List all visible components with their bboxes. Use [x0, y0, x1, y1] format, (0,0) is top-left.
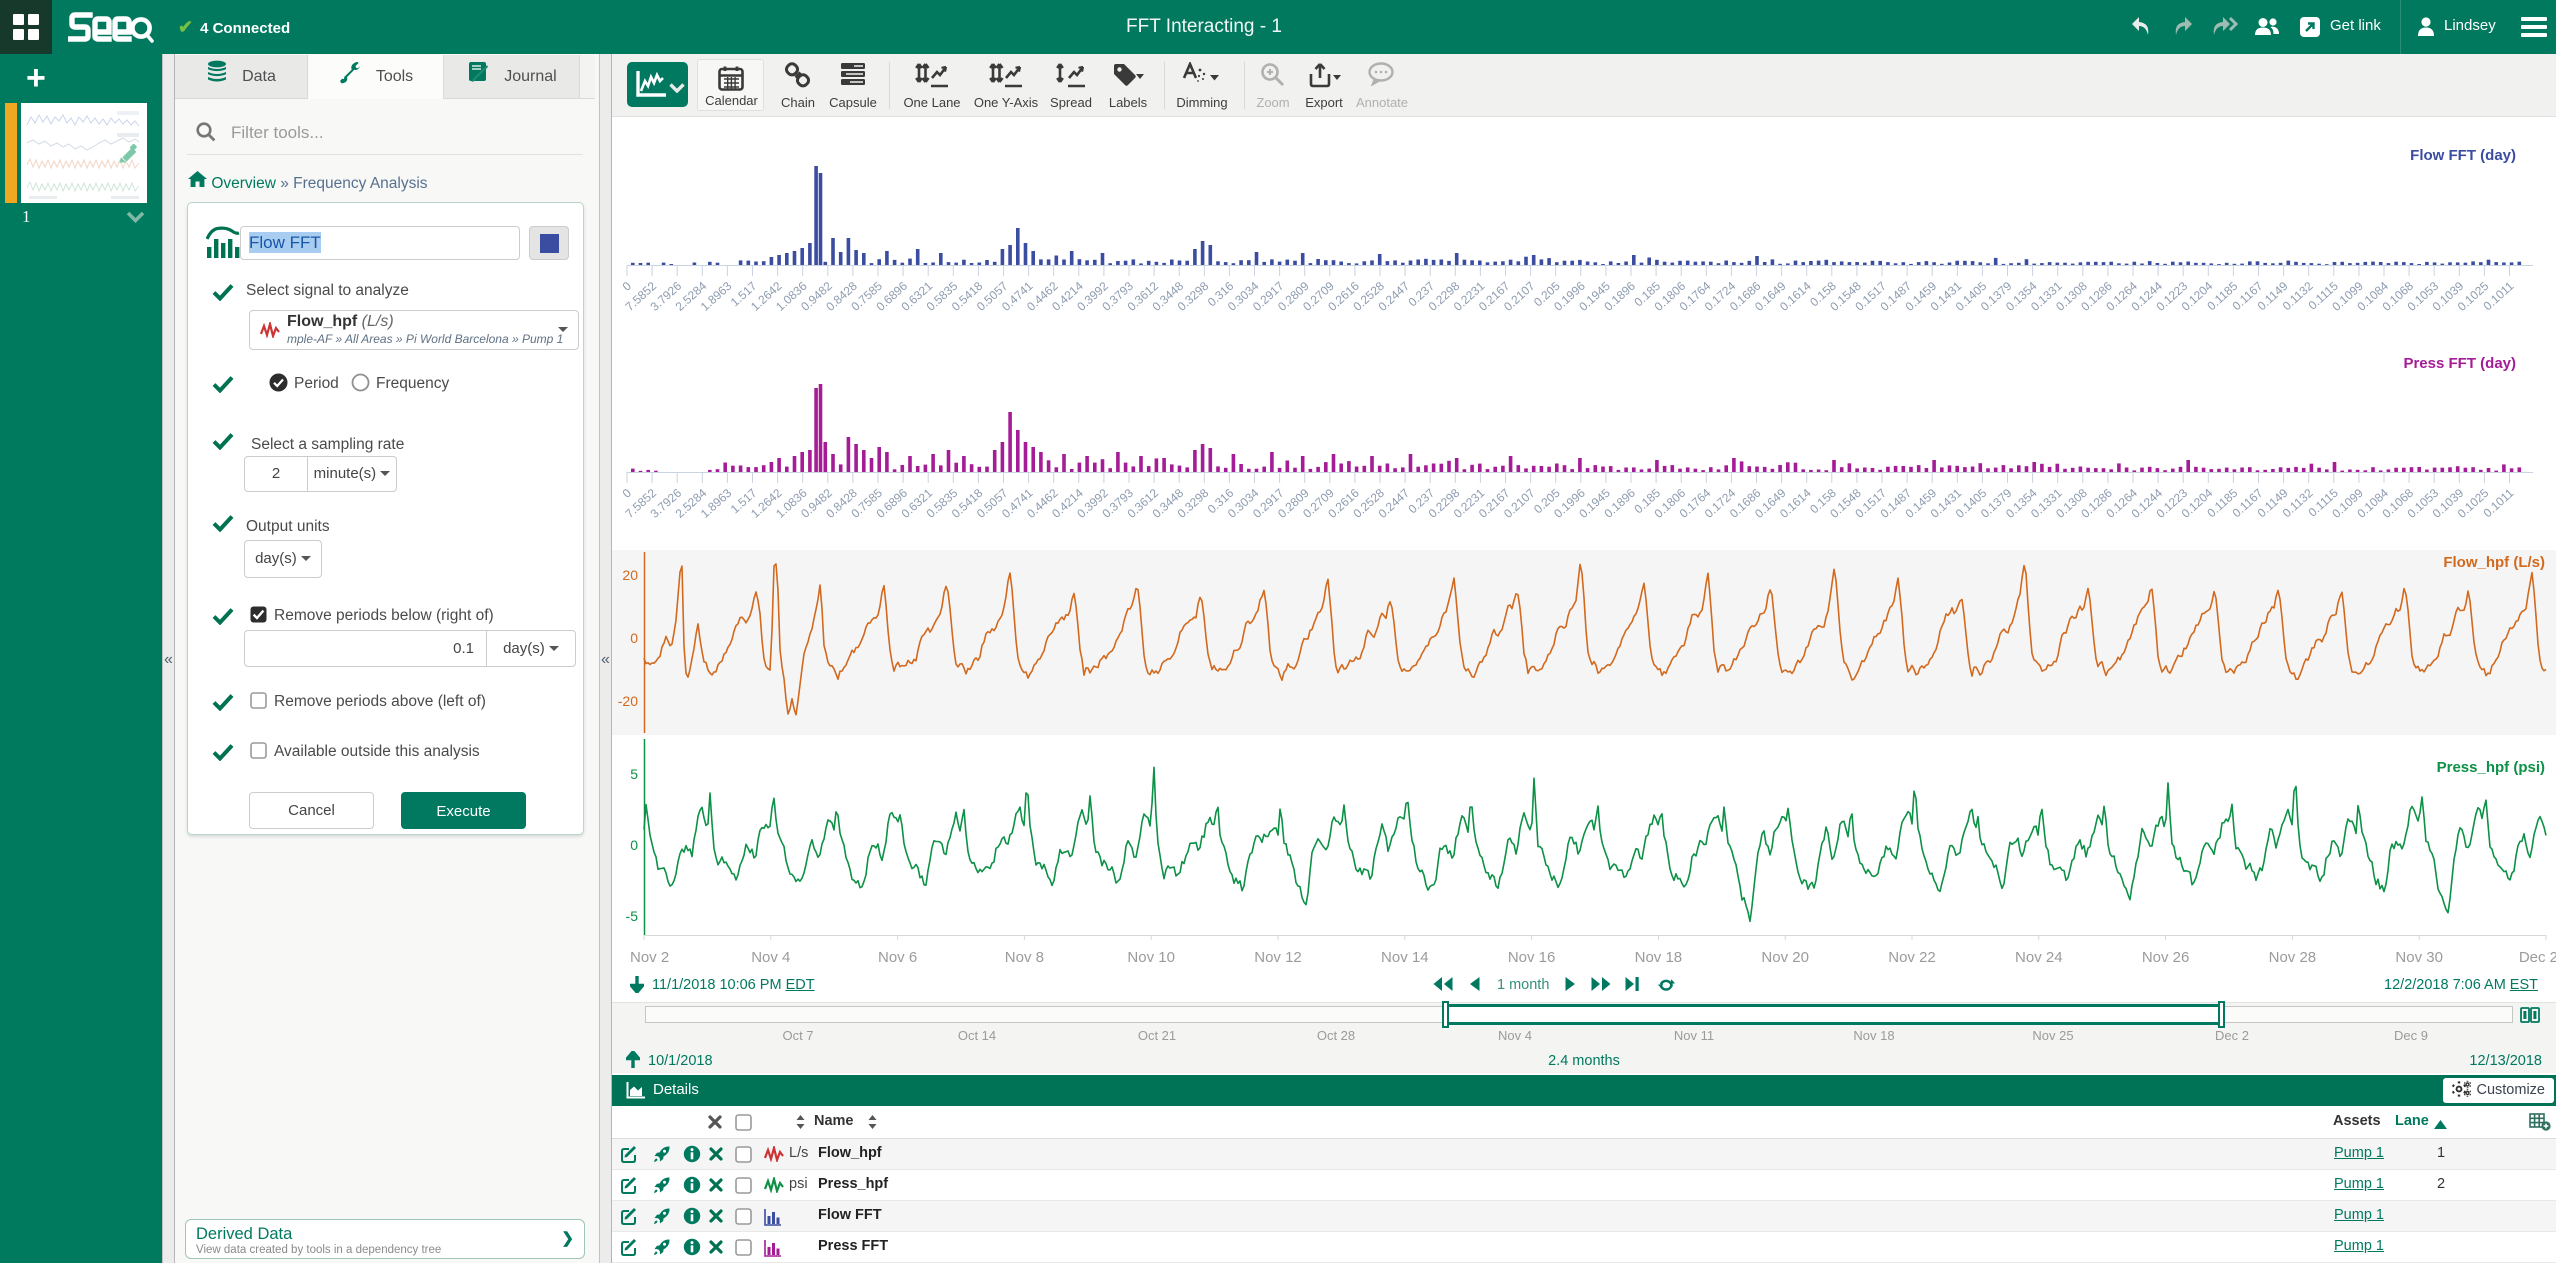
svg-text:Nov 16: Nov 16 — [1508, 949, 1556, 966]
svg-text:0: 0 — [630, 837, 638, 853]
svg-text:0: 0 — [620, 279, 635, 294]
svg-text:Nov 8: Nov 8 — [1005, 949, 1044, 966]
svg-text:Dec 2: Dec 2 — [2519, 949, 2556, 966]
svg-text:-5: -5 — [626, 908, 639, 924]
svg-text:Nov 26: Nov 26 — [2142, 949, 2190, 966]
svg-text:5: 5 — [630, 766, 638, 782]
svg-text:Nov 6: Nov 6 — [878, 949, 917, 966]
svg-text:-20: -20 — [618, 693, 638, 709]
svg-text:Nov 4: Nov 4 — [751, 949, 790, 966]
svg-text:Flow_hpf (L/s): Flow_hpf (L/s) — [2443, 554, 2545, 571]
svg-text:Nov 18: Nov 18 — [1635, 949, 1683, 966]
svg-text:Nov 30: Nov 30 — [2395, 949, 2443, 966]
svg-text:Nov 2: Nov 2 — [630, 949, 669, 966]
svg-text:Nov 10: Nov 10 — [1127, 949, 1175, 966]
svg-text:0: 0 — [620, 486, 635, 501]
svg-text:Nov 14: Nov 14 — [1381, 949, 1429, 966]
svg-text:Nov 28: Nov 28 — [2269, 949, 2317, 966]
svg-text:Nov 12: Nov 12 — [1254, 949, 1302, 966]
svg-text:Press_hpf (psi): Press_hpf (psi) — [2437, 759, 2545, 776]
svg-text:Press FFT (day): Press FFT (day) — [2403, 355, 2516, 372]
svg-text:Nov 20: Nov 20 — [1761, 949, 1809, 966]
svg-text:Flow FFT (day): Flow FFT (day) — [2410, 147, 2516, 164]
svg-text:20: 20 — [622, 567, 638, 583]
svg-text:Nov 22: Nov 22 — [1888, 949, 1936, 966]
svg-text:Nov 24: Nov 24 — [2015, 949, 2063, 966]
svg-text:0: 0 — [630, 630, 638, 646]
